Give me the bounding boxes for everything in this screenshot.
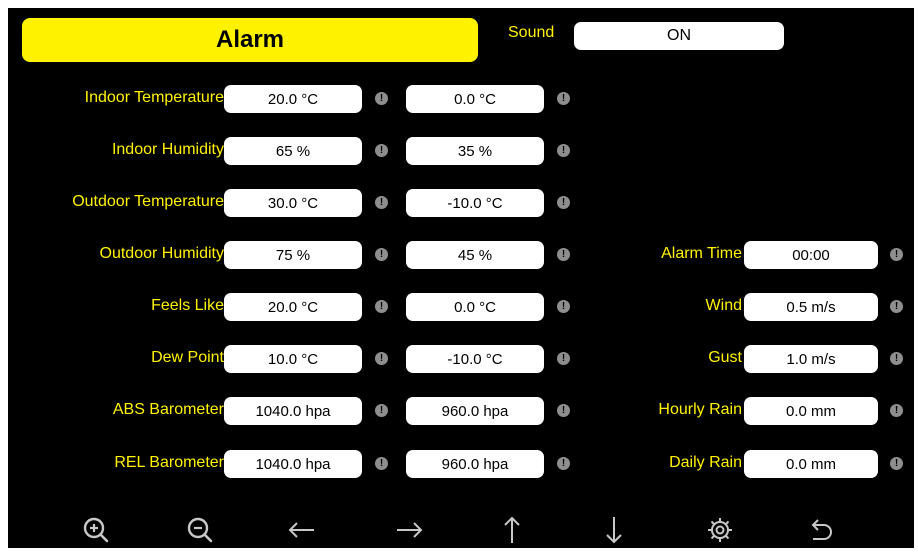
row-label: ABS Barometer: [112, 401, 224, 418]
rel-barometer-low-enable-icon[interactable]: !: [557, 457, 570, 470]
toolbar: [8, 508, 914, 548]
feels-like-high-field[interactable]: 20.0 °C: [224, 293, 362, 321]
row-label: Indoor Humidity: [111, 141, 224, 158]
outdoor-temperature-low-enable-icon[interactable]: !: [557, 196, 570, 209]
indoor-humidity-high-enable-icon[interactable]: !: [375, 144, 388, 157]
outdoor-humidity-high-enable-icon[interactable]: !: [375, 248, 388, 261]
right-button[interactable]: [391, 512, 427, 548]
dew-point-row: Dew Point 10.0 °C ! -10.0 °C ! Gust 1.0 …: [8, 345, 914, 373]
arrow-right-icon: [397, 522, 423, 538]
outdoor-temperature-low-field[interactable]: -10.0 °C: [406, 189, 544, 217]
feels-like-low-enable-icon[interactable]: !: [557, 300, 570, 313]
indoor-humidity-low-field[interactable]: 35 %: [406, 137, 544, 165]
zoom-out-button[interactable]: [182, 512, 218, 548]
outdoor-temperature-high-enable-icon[interactable]: !: [375, 196, 388, 209]
gust-enable-icon[interactable]: !: [890, 352, 903, 365]
row-label: REL Barometer: [114, 454, 224, 471]
return-icon: [811, 519, 832, 540]
page-title: Alarm: [22, 18, 478, 62]
rel-barometer-high-field[interactable]: 1040.0 hpa: [224, 450, 362, 478]
dew-point-low-field[interactable]: -10.0 °C: [406, 345, 544, 373]
indoor-humidity-high-field[interactable]: 65 %: [224, 137, 362, 165]
zoom-in-icon: [83, 517, 109, 543]
outdoor-temperature-high-field[interactable]: 30.0 °C: [224, 189, 362, 217]
outdoor-humidity-row: Outdoor Humidity 75 % ! 45 % ! Alarm Tim…: [8, 241, 914, 269]
rel-barometer-row: REL Barometer 1040.0 hpa ! 960.0 hpa ! D…: [8, 450, 914, 478]
rel-barometer-low-field[interactable]: 960.0 hpa: [406, 450, 544, 478]
indoor-temperature-low-enable-icon[interactable]: !: [557, 92, 570, 105]
hourly-rain-enable-icon[interactable]: !: [890, 404, 903, 417]
wind-enable-icon[interactable]: !: [890, 300, 903, 313]
indoor-temperature-row: Indoor Temperature 20.0 °C ! 0.0 °C !: [8, 85, 914, 113]
outdoor-humidity-high-field[interactable]: 75 %: [224, 241, 362, 269]
sound-toggle[interactable]: ON: [574, 22, 784, 50]
right-row-label: Wind: [705, 297, 742, 314]
indoor-temperature-high-field[interactable]: 20.0 °C: [224, 85, 362, 113]
row-label: Feels Like: [151, 297, 224, 314]
down-button[interactable]: [596, 512, 632, 548]
dew-point-high-enable-icon[interactable]: !: [375, 352, 388, 365]
outdoor-humidity-low-enable-icon[interactable]: !: [557, 248, 570, 261]
sound-label: Sound: [508, 24, 555, 41]
abs-barometer-low-enable-icon[interactable]: !: [557, 404, 570, 417]
indoor-temperature-high-enable-icon[interactable]: !: [375, 92, 388, 105]
left-button[interactable]: [284, 512, 320, 548]
alarm-time-field[interactable]: 00:00: [744, 241, 878, 269]
return-button[interactable]: [802, 512, 838, 548]
daily-rain-field[interactable]: 0.0 mm: [744, 450, 878, 478]
arrow-down-icon: [606, 517, 622, 544]
row-label: Indoor Temperature: [84, 89, 224, 106]
hourly-rain-field[interactable]: 0.0 mm: [744, 397, 878, 425]
settings-button[interactable]: [702, 512, 738, 548]
row-label: Outdoor Temperature: [72, 193, 224, 210]
alarm-time-enable-icon[interactable]: !: [890, 248, 903, 261]
row-label: Outdoor Humidity: [99, 245, 225, 262]
dew-point-high-field[interactable]: 10.0 °C: [224, 345, 362, 373]
zoom-out-icon: [187, 517, 213, 543]
right-row-label: Hourly Rain: [658, 401, 742, 418]
indoor-humidity-row: Indoor Humidity 65 % ! 35 % !: [8, 137, 914, 165]
right-row-label: Daily Rain: [669, 454, 742, 471]
outdoor-humidity-low-field[interactable]: 45 %: [406, 241, 544, 269]
right-row-label: Alarm Time: [661, 245, 742, 262]
feels-like-high-enable-icon[interactable]: !: [375, 300, 388, 313]
abs-barometer-low-field[interactable]: 960.0 hpa: [406, 397, 544, 425]
alarm-screen: Alarm Sound ON Indoor Temperature 20.0 °…: [8, 8, 914, 548]
right-row-label: Gust: [708, 349, 742, 366]
abs-barometer-high-field[interactable]: 1040.0 hpa: [224, 397, 362, 425]
abs-barometer-row: ABS Barometer 1040.0 hpa ! 960.0 hpa ! H…: [8, 397, 914, 425]
gear-icon: [708, 518, 732, 542]
arrow-left-icon: [288, 522, 314, 538]
indoor-humidity-low-enable-icon[interactable]: !: [557, 144, 570, 157]
dew-point-low-enable-icon[interactable]: !: [557, 352, 570, 365]
outdoor-temperature-row: Outdoor Temperature 30.0 °C ! -10.0 °C !: [8, 189, 914, 217]
indoor-temperature-low-field[interactable]: 0.0 °C: [406, 85, 544, 113]
up-button[interactable]: [494, 512, 530, 548]
arrow-up-icon: [504, 516, 520, 543]
gust-field[interactable]: 1.0 m/s: [744, 345, 878, 373]
rel-barometer-high-enable-icon[interactable]: !: [375, 457, 388, 470]
feels-like-low-field[interactable]: 0.0 °C: [406, 293, 544, 321]
abs-barometer-high-enable-icon[interactable]: !: [375, 404, 388, 417]
zoom-in-button[interactable]: [78, 512, 114, 548]
feels-like-row: Feels Like 20.0 °C ! 0.0 °C ! Wind 0.5 m…: [8, 293, 914, 321]
daily-rain-enable-icon[interactable]: !: [890, 457, 903, 470]
row-label: Dew Point: [151, 349, 224, 366]
wind-field[interactable]: 0.5 m/s: [744, 293, 878, 321]
